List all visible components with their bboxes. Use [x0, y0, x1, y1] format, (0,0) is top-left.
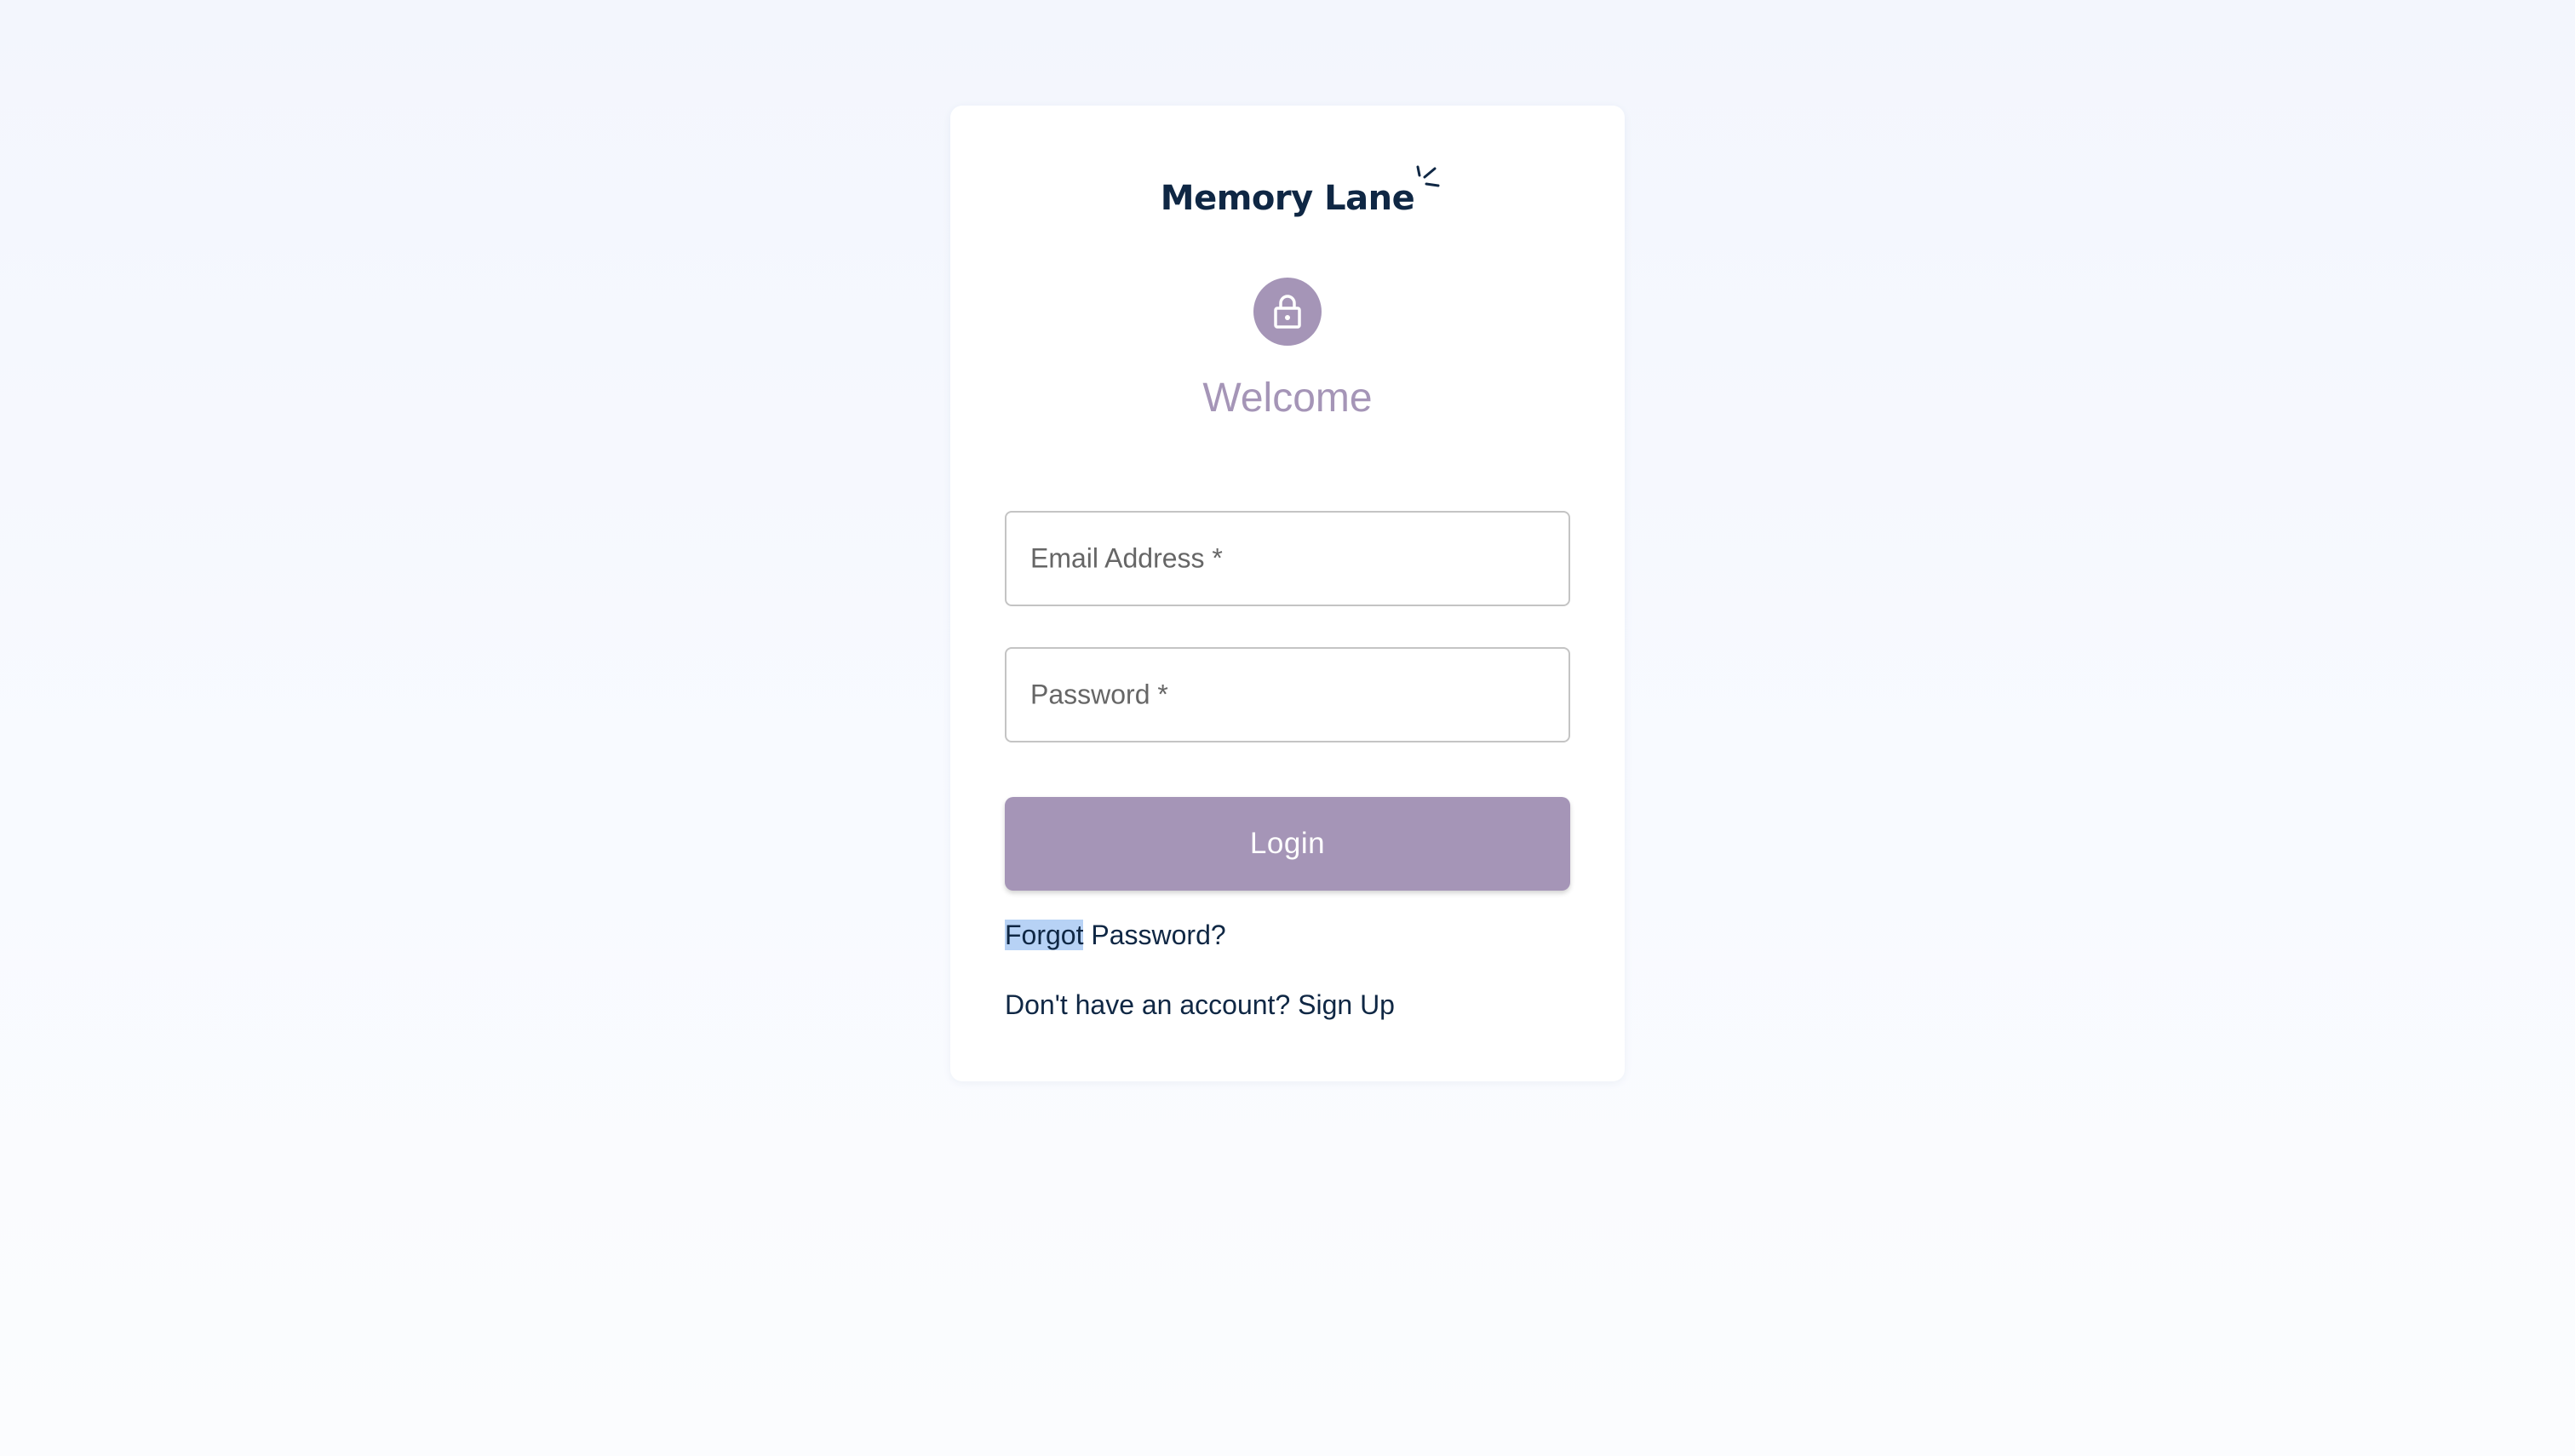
email-field[interactable]: Email Address *	[1005, 511, 1570, 606]
email-input[interactable]	[1006, 513, 1569, 605]
brand-name: Memory Lane	[1160, 179, 1415, 218]
logo-text: Memory Lane	[1160, 165, 1440, 218]
forgot-selected-text: Forgot	[1005, 920, 1084, 950]
forgot-password-link[interactable]: Forgot Password?	[1005, 916, 1226, 954]
welcome-heading: Welcome	[1202, 375, 1373, 421]
password-field[interactable]: Password *	[1005, 647, 1570, 742]
login-button[interactable]: Login	[1005, 797, 1570, 891]
lock-icon	[1274, 295, 1301, 329]
lock-avatar	[1253, 278, 1322, 346]
signup-link[interactable]: Don't have an account? Sign Up	[1005, 986, 1395, 1023]
sparkle-icon	[1416, 165, 1440, 187]
forgot-rest-text: Password?	[1083, 920, 1226, 950]
logo: Memory Lane	[950, 165, 1625, 218]
password-input[interactable]	[1006, 649, 1569, 741]
login-card: Memory Lane Welcome Email Address * Pass…	[950, 106, 1625, 1081]
